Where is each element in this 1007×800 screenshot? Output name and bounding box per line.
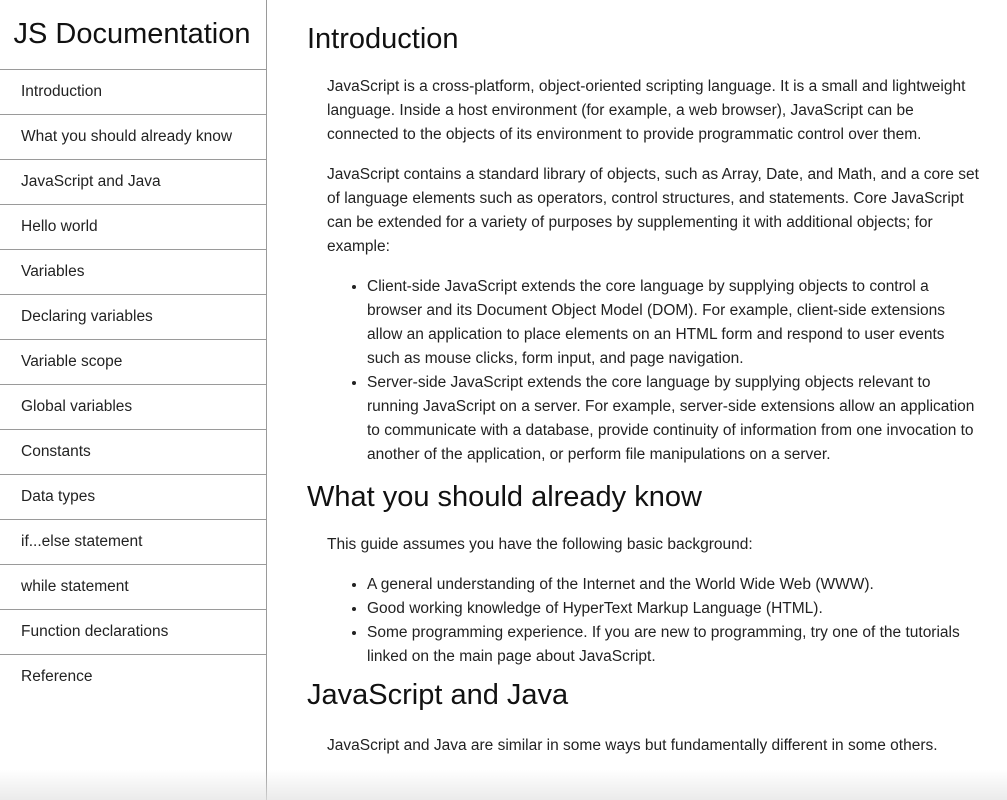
list-item: Good working knowledge of HyperText Mark… bbox=[367, 597, 979, 621]
sidebar-item-variable-scope: Variable scope bbox=[0, 340, 266, 385]
list-item: A general understanding of the Internet … bbox=[367, 573, 979, 597]
section-what-you-should-already-know: What you should already know This guide … bbox=[267, 467, 1007, 669]
nav-link-what-you-should-already-know[interactable]: What you should already know bbox=[0, 115, 266, 159]
section-paragraph: JavaScript is a cross-platform, object-o… bbox=[327, 78, 966, 143]
nav-link-variable-scope[interactable]: Variable scope bbox=[0, 340, 266, 384]
sidebar-item-variables: Variables bbox=[0, 250, 266, 295]
sidebar-item-declaring-variables: Declaring variables bbox=[0, 295, 266, 340]
sidebar-nav: JS Documentation Introduction What you s… bbox=[0, 0, 267, 800]
nav-link-while-statement[interactable]: while statement bbox=[0, 565, 266, 609]
sidebar-item-while-statement: while statement bbox=[0, 565, 266, 610]
nav-link-global-variables[interactable]: Global variables bbox=[0, 385, 266, 429]
sidebar-item-what-you-should-already-know: What you should already know bbox=[0, 115, 266, 160]
sidebar-item-javascript-and-java: JavaScript and Java bbox=[0, 160, 266, 205]
nav-link-function-declarations[interactable]: Function declarations bbox=[0, 610, 266, 654]
sidebar-item-constants: Constants bbox=[0, 430, 266, 475]
nav-link-javascript-and-java[interactable]: JavaScript and Java bbox=[0, 160, 266, 204]
nav-link-constants[interactable]: Constants bbox=[0, 430, 266, 474]
sidebar-list: Introduction What you should already kno… bbox=[0, 70, 266, 700]
section-heading: Introduction bbox=[307, 23, 459, 55]
nav-link-declaring-variables[interactable]: Declaring variables bbox=[0, 295, 266, 339]
nav-link-if-else-statement[interactable]: if...else statement bbox=[0, 520, 266, 564]
bullet-list: Client-side JavaScript extends the core … bbox=[307, 275, 1007, 467]
section-introduction: Introduction JavaScript is a cross-platf… bbox=[267, 0, 1007, 467]
nav-link-data-types[interactable]: Data types bbox=[0, 475, 266, 519]
sidebar-item-global-variables: Global variables bbox=[0, 385, 266, 430]
section-paragraph: This guide assumes you have the followin… bbox=[327, 536, 753, 553]
bullet-list: A general understanding of the Internet … bbox=[307, 573, 1007, 669]
section-heading: JavaScript and Java bbox=[307, 679, 569, 711]
list-item: Client-side JavaScript extends the core … bbox=[367, 275, 979, 371]
section-paragraph: JavaScript and Java are similar in some … bbox=[327, 737, 938, 754]
sidebar-title: JS Documentation bbox=[0, 0, 266, 70]
list-item: Server-side JavaScript extends the core … bbox=[367, 371, 979, 467]
sidebar-item-reference: Reference bbox=[0, 655, 266, 700]
list-item: Some programming experience. If you are … bbox=[367, 621, 979, 669]
nav-link-introduction[interactable]: Introduction bbox=[0, 70, 266, 114]
sidebar-item-hello-world: Hello world bbox=[0, 205, 266, 250]
section-javascript-and-java: JavaScript and Java JavaScript and Java … bbox=[267, 669, 1007, 758]
sidebar-item-if-else-statement: if...else statement bbox=[0, 520, 266, 565]
main-doc: Introduction JavaScript is a cross-platf… bbox=[267, 0, 1007, 800]
sidebar-item-function-declarations: Function declarations bbox=[0, 610, 266, 655]
nav-link-reference[interactable]: Reference bbox=[0, 655, 266, 699]
sidebar-item-introduction: Introduction bbox=[0, 70, 266, 115]
section-paragraph: JavaScript contains a standard library o… bbox=[327, 166, 979, 255]
nav-link-hello-world[interactable]: Hello world bbox=[0, 205, 266, 249]
section-heading: What you should already know bbox=[307, 481, 702, 513]
sidebar-item-data-types: Data types bbox=[0, 475, 266, 520]
nav-link-variables[interactable]: Variables bbox=[0, 250, 266, 294]
